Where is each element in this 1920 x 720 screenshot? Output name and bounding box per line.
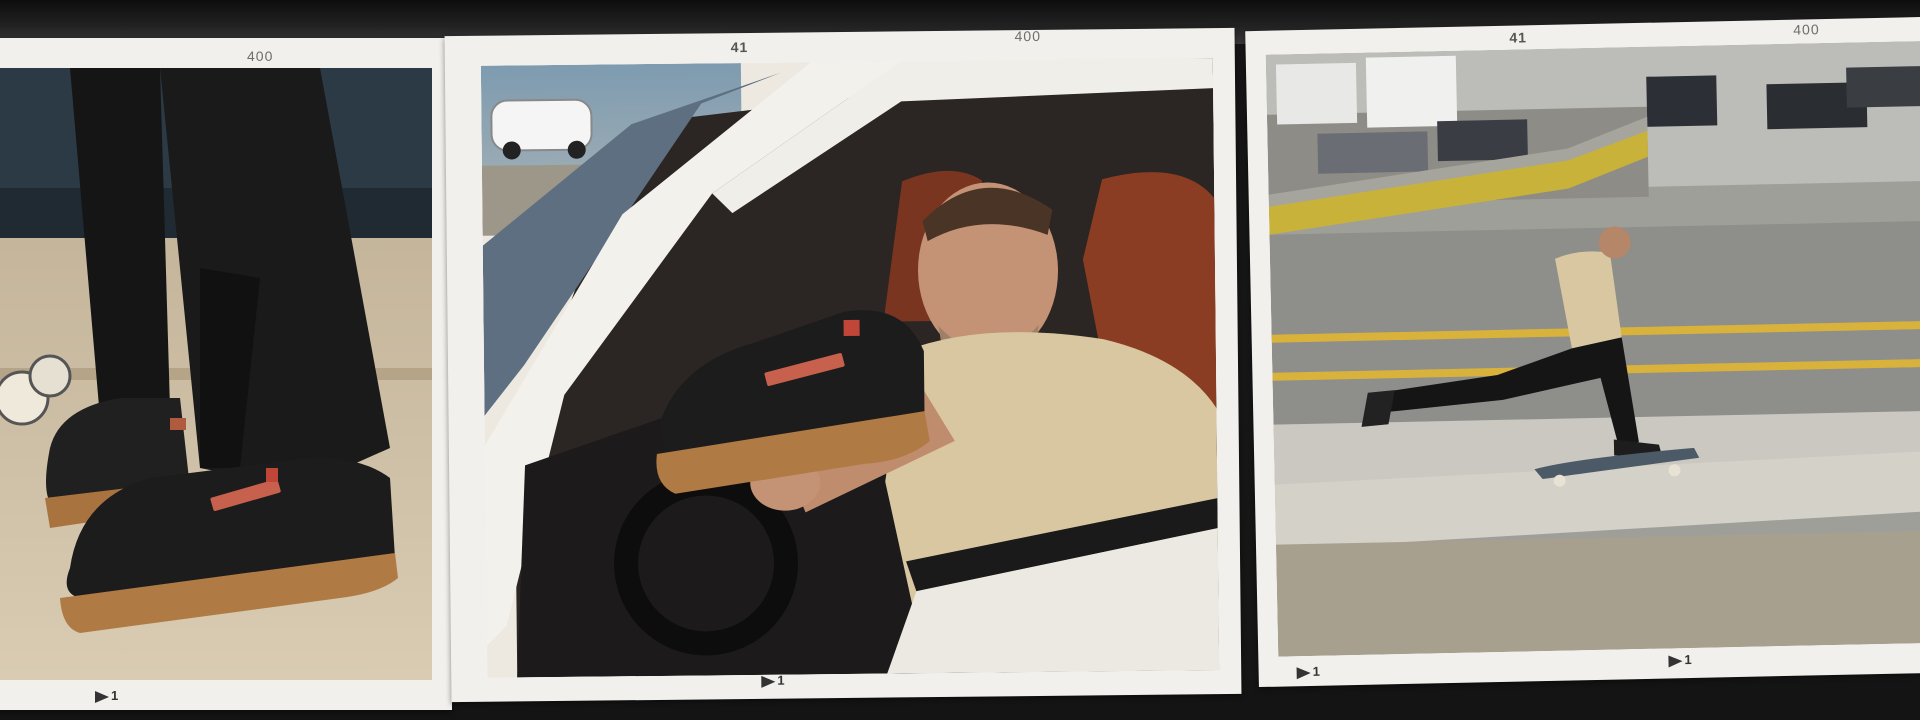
edge-number: 400: [247, 48, 274, 64]
film-frame-1: 400 1: [0, 38, 452, 710]
photo-skater-street: [1265, 40, 1920, 657]
film-frame-2: 41 400 1: [444, 27, 1242, 703]
triangle-marker-icon: [761, 675, 776, 688]
triangle-marker-icon: [1296, 666, 1311, 679]
photo-shoes-closeup: [0, 68, 432, 680]
frame-mark: 1: [1668, 652, 1692, 667]
edge-number: 400: [1793, 21, 1820, 38]
film-strip-collage: 400 1 41 400 1 1 41 400 1: [0, 0, 1920, 720]
photo-man-in-car: [480, 58, 1220, 678]
film-frame-3: 41 400 1 1: [1245, 16, 1920, 688]
edge-number: 41: [730, 38, 749, 56]
edge-number: 400: [1014, 27, 1042, 45]
triangle-marker-icon: [1668, 654, 1683, 668]
frame-mark: 1: [95, 688, 118, 703]
triangle-marker-icon: [95, 690, 109, 703]
frame-mark: 1: [761, 673, 785, 688]
edge-number: 41: [1509, 29, 1528, 46]
frame-mark: 1: [1296, 664, 1320, 679]
